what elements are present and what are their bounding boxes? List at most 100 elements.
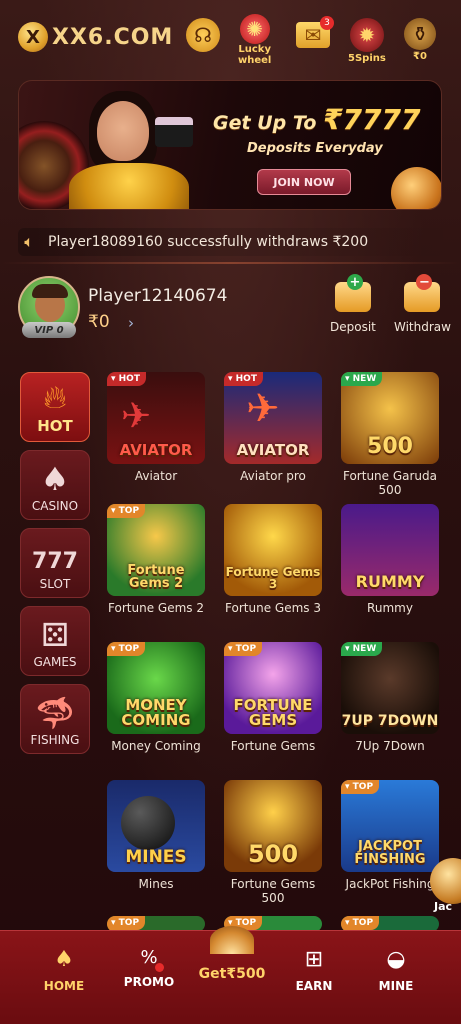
top-tag: ▾ TOP: [341, 780, 380, 794]
plane-icon: ✈: [121, 396, 152, 437]
game-name: Fortune Gems 3: [225, 601, 321, 615]
game-thumbnail: ▾ TOP JACKPOT FINSHING: [341, 780, 439, 872]
top-tag: ▾ TOP: [341, 916, 380, 930]
spins-label: 5Spins: [348, 53, 386, 64]
get-bonus-button[interactable]: Get₹500: [190, 926, 274, 1000]
floating-jackpot-button[interactable]: Jac: [430, 858, 461, 918]
wallet-label: ₹0: [413, 51, 427, 62]
game-thumbnail: ▾ NEW 500: [341, 372, 439, 464]
game-name: Fortune Gems 500: [230, 877, 316, 905]
shark-icon: 🦈︎: [34, 694, 76, 732]
site-logo[interactable]: X XX6.COM: [18, 22, 173, 52]
flame-icon: 🔥︎: [43, 378, 67, 416]
game-name: Fortune Gems: [230, 739, 316, 753]
game-card[interactable]: ▾ TOP MONEY COMING Money Coming: [107, 642, 205, 754]
game-name: Rummy: [367, 601, 413, 615]
deposit-wallet-icon: +: [334, 274, 371, 312]
game-thumbnail: ▾ TOP Fortune Gems 2: [107, 504, 205, 596]
banner-model-illustration: [59, 87, 199, 209]
game-name: Fortune Garuda 500: [342, 469, 438, 497]
game-card[interactable]: ▾ TOP Fortune Gems 2 Fortune Gems 2: [107, 504, 205, 616]
join-now-button[interactable]: JOIN NOW: [257, 169, 351, 195]
game-name: Money Coming: [111, 739, 201, 753]
nav-mine[interactable]: ◒ MINE: [356, 947, 436, 994]
treasure-icon: ⚱: [404, 18, 436, 50]
wheel-icon: ✺: [239, 14, 270, 44]
category-games[interactable]: ⚄ GAMES: [20, 606, 90, 676]
game-card[interactable]: ▾ NEW 500 Fortune Garuda 500: [341, 372, 439, 498]
marquee-text: Player18089160 successfully withdraws ₹2…: [48, 234, 369, 250]
game-thumbnail: MINES: [107, 780, 205, 872]
game-name: 7Up 7Down: [355, 739, 425, 753]
game-name: Aviator: [134, 469, 178, 483]
spins-button[interactable]: ✹ 5Spins: [348, 18, 386, 64]
wallet-button[interactable]: ⚱ ₹0: [404, 18, 436, 62]
vip-badge: VIP 0: [22, 322, 76, 338]
top-tag: ▾ TOP: [107, 916, 146, 930]
withdraw-button[interactable]: − Withdraw: [394, 274, 451, 334]
divider: [0, 262, 461, 264]
bonus-wheel-icon: [210, 926, 254, 954]
lucky-wheel-label: Lucky wheel: [238, 44, 272, 66]
category-fishing[interactable]: 🦈︎ FISHING: [20, 684, 90, 754]
wallet-cash-icon: [155, 117, 193, 147]
game-card[interactable]: ▾ NEW 7UP 7DOWN 7Up 7Down: [341, 642, 439, 754]
game-card[interactable]: ▾ HOT ✈ AVIATOR Aviator: [107, 372, 205, 484]
playing-cards-icon: ♠: [40, 460, 70, 498]
headset-icon: ☊: [186, 18, 220, 52]
top-tag: ▾ TOP: [107, 504, 146, 518]
new-tag: ▾ NEW: [341, 372, 383, 386]
top-tag: ▾ TOP: [224, 642, 263, 656]
game-thumbnail: ▾ HOT ✈ AVIATOR: [224, 372, 322, 464]
chevron-right-icon[interactable]: ›: [128, 314, 134, 332]
lucky-wheel-button[interactable]: ✺ Lucky wheel: [238, 14, 271, 66]
nav-earn[interactable]: ⊞ EARN: [274, 947, 354, 994]
game-name: Fortune Gems 2: [108, 601, 204, 615]
banner-title: Get Up To ₹7777: [213, 103, 421, 136]
hot-tag: ▾ HOT: [107, 372, 146, 386]
game-card[interactable]: ▾ TOP FORTUNE GEMS Fortune Gems: [224, 642, 322, 754]
deposit-label: Deposit: [330, 320, 376, 334]
game-name: Mines: [138, 877, 174, 891]
get-bonus-label: Get₹500: [198, 966, 266, 982]
mail-button[interactable]: ✉ 3: [296, 16, 334, 48]
jet-icon: ✈: [246, 386, 280, 432]
balance: ₹0: [88, 312, 110, 332]
slot-machine-icon: 777: [32, 549, 78, 574]
withdraw-marquee: 🔈︎ Player18089160 successfully withdraws…: [18, 228, 461, 256]
spin-wheel-icon: ✹: [349, 18, 384, 52]
game-thumbnail: Fortune Gems 3: [224, 504, 322, 596]
promo-banner[interactable]: Get Up To ₹7777 Deposits Everyday JOIN N…: [18, 80, 442, 210]
category-slot[interactable]: 777 SLOT: [20, 528, 90, 598]
mail-badge: 3: [320, 16, 334, 30]
game-thumbnail: ▾ TOP MONEY COMING: [107, 642, 205, 734]
nav-home[interactable]: ♠ HOME: [24, 949, 104, 994]
game-name: JackPot Fishing: [345, 877, 435, 891]
game-name: Aviator pro: [240, 469, 306, 483]
game-card[interactable]: Fortune Gems 3 Fortune Gems 3: [224, 504, 322, 616]
withdraw-wallet-icon: −: [404, 274, 441, 312]
game-thumbnail: 500: [224, 780, 322, 872]
logo-text: XX6.COM: [52, 24, 174, 50]
banner-subtitle: Deposits Everyday: [247, 141, 383, 156]
game-card[interactable]: RUMMY Rummy: [341, 504, 439, 616]
deposit-button[interactable]: + Deposit: [330, 274, 376, 334]
new-tag: ▾ NEW: [341, 642, 383, 656]
gift-icon: ⊞: [304, 947, 324, 972]
game-card[interactable]: ▾ HOT ✈ AVIATOR Aviator pro: [224, 372, 322, 484]
promo-notification-dot: [155, 963, 164, 972]
nav-promo[interactable]: % PROMO: [109, 949, 189, 990]
withdraw-label: Withdraw: [394, 320, 451, 334]
category-casino[interactable]: ♠ CASINO: [20, 450, 90, 520]
game-thumbnail: RUMMY: [341, 504, 439, 596]
hot-tag: ▾ HOT: [224, 372, 263, 386]
profile-icon: ◒: [386, 947, 406, 972]
support-button[interactable]: ☊: [186, 18, 220, 52]
game-card[interactable]: 500 Fortune Gems 500: [224, 780, 322, 906]
game-card[interactable]: ▾ TOP JACKPOT FINSHING JackPot Fishing: [341, 780, 439, 892]
coin-decoration: [391, 167, 441, 209]
dice-icon: ⚄: [41, 616, 69, 654]
top-header: X XX6.COM ☊ ✺ Lucky wheel ✉ 3 ✹ 5Spins ⚱ …: [0, 0, 461, 80]
game-card[interactable]: MINES Mines: [107, 780, 205, 892]
category-hot[interactable]: 🔥︎ HOT: [20, 372, 90, 442]
